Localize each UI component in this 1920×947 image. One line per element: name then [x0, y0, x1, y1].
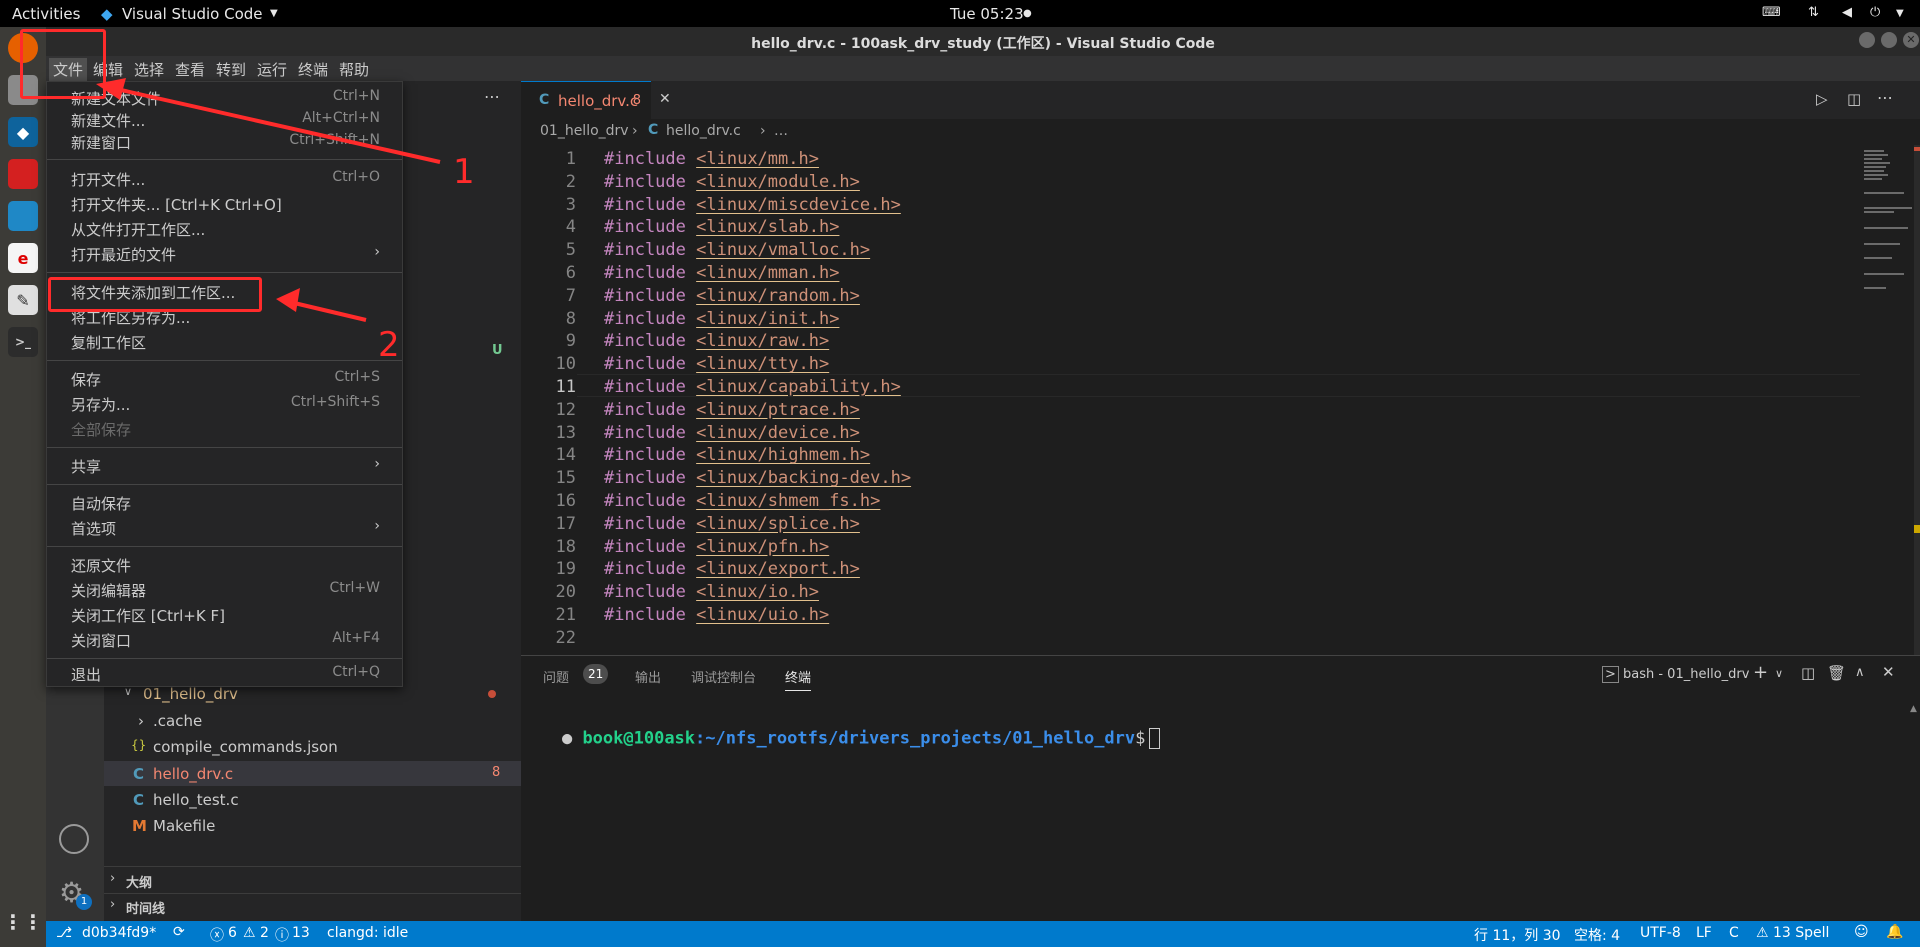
annotation-number-2: 2 [378, 325, 400, 365]
annotation-number-1: 1 [453, 152, 475, 192]
annotation-arrows [96, 78, 441, 322]
